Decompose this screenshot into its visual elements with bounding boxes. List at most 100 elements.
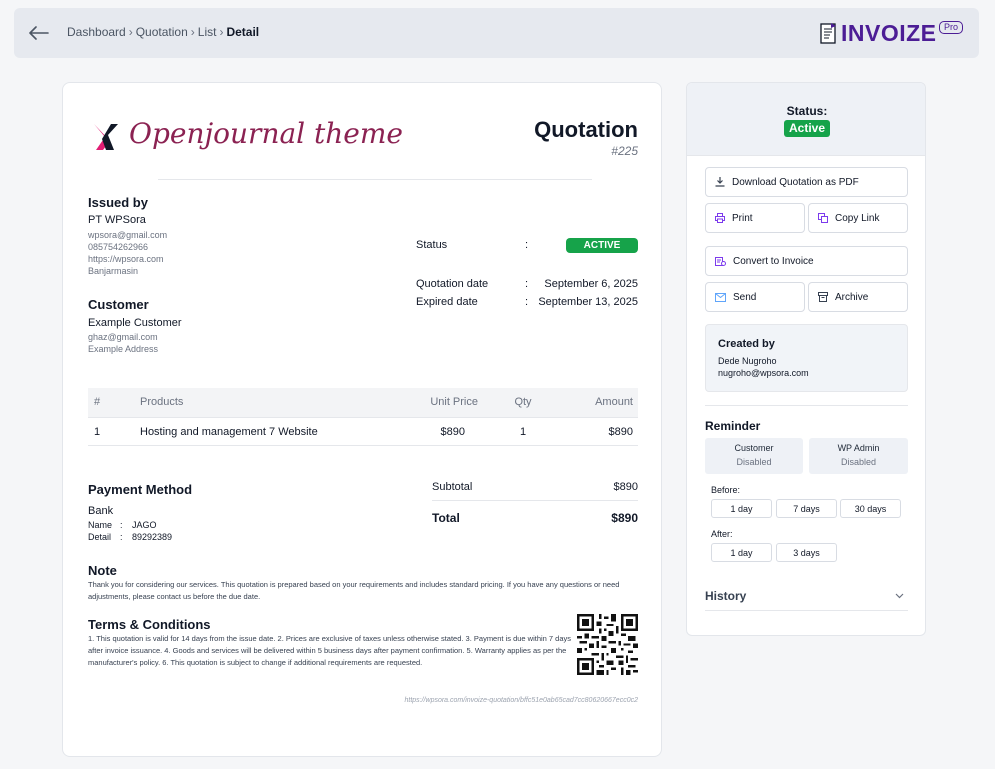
reminder-divider [705,405,908,406]
breadcrumb-dashboard[interactable]: Dashboard [67,25,126,39]
chevron-down-icon [895,593,904,599]
total-label: Total [432,511,460,525]
payment-method-value: Bank [88,505,114,517]
customer-heading: Customer [88,297,149,312]
before-30-days-button[interactable]: 30 days [840,499,901,518]
quotation-date-value: September 6, 2025 [544,278,638,290]
reminder-heading: Reminder [705,419,761,433]
payment-name-value: JAGO [132,520,157,530]
download-pdf-label: Download Quotation as PDF [732,176,859,188]
quotation-number: #225 [611,144,638,158]
total-value: $890 [611,511,638,525]
totals-divider [432,500,638,501]
reminder-customer-toggle[interactable]: Customer Disabled [705,438,803,474]
after-label: After: [711,529,733,539]
print-label: Print [732,212,753,224]
send-button[interactable]: Send [705,282,805,312]
brand-name: INVOIZE [841,19,937,46]
copy-link-button[interactable]: Copy Link [808,203,908,233]
print-button[interactable]: Print [705,203,805,233]
copy-link-label: Copy Link [835,212,880,224]
created-by-email: nugroho@wpsora.com [718,368,809,378]
col-products: Products [140,396,184,408]
subtotal-value: $890 [613,481,638,493]
company-logo-icon [94,124,118,150]
before-1-day-button[interactable]: 1 day [711,499,772,518]
created-by-panel: Created by Dede Nugroho nugroho@wpsora.c… [705,324,908,392]
after-3-days-button[interactable]: 3 days [776,543,837,562]
pro-badge: Pro [939,21,964,34]
breadcrumb-quotation[interactable]: Quotation [136,25,188,39]
row-unit-price: $890 [440,426,465,438]
company-logo-text: Openjournal theme [129,117,403,150]
top-bar: Dashboard › Quotation › List › Detail INVOIZE … [14,8,979,58]
download-icon [715,177,725,187]
brand-logo: INVOIZE Pro [820,19,964,46]
quotation-document: Openjournal theme Quotation #225 Issued … [62,82,662,757]
note-heading: Note [88,563,117,578]
convert-invoice-icon [715,257,726,266]
row-product: Hosting and management 7 Website [140,426,318,438]
breadcrumb-list[interactable]: List [198,25,217,39]
status-label: Status [416,239,448,251]
col-qty: Qty [514,396,532,408]
customer-email: ghaz@gmail.com [88,332,158,342]
issuer-website: https://wpsora.com [88,254,164,264]
copy-icon [818,213,828,223]
qr-code-icon [577,614,638,675]
row-number: 1 [94,426,101,438]
payment-method-heading: Payment Method [88,482,193,497]
sidebar-status-badge: Active [784,120,830,137]
payment-name-colon: : [120,520,123,530]
document-title: Quotation [534,117,638,142]
back-arrow-icon[interactable] [26,20,52,46]
status-badge: ACTIVE [566,238,638,253]
payment-name-label: Name [88,520,113,530]
row-qty: 1 [519,426,527,438]
quotation-date-label: Quotation date [416,278,489,290]
row-amount: $890 [608,426,633,438]
after-1-day-button[interactable]: 1 day [711,543,772,562]
reminder-customer-label: Customer [734,443,774,453]
before-7-days-button[interactable]: 7 days [776,499,837,518]
download-pdf-button[interactable]: Download Quotation as PDF [705,167,908,197]
convert-to-invoice-label: Convert to Invoice [733,255,814,267]
reminder-admin-toggle[interactable]: WP Admin Disabled [809,438,908,474]
mail-icon [715,292,726,302]
convert-to-invoice-button[interactable]: Convert to Invoice [705,246,908,276]
printer-icon [715,213,725,223]
created-by-name: Dede Nugroho [718,356,777,366]
action-sidebar: Status: Active Download Quotation as PDF… [686,82,926,636]
issued-by-heading: Issued by [88,195,148,210]
breadcrumb-current: Detail [226,25,260,39]
archive-icon [818,292,828,302]
subtotal-label: Subtotal [432,481,473,493]
created-by-heading: Created by [718,338,775,350]
send-label: Send [733,291,757,303]
quotation-url[interactable]: https://wpsora.com/invoize-quotation/bff… [238,697,639,704]
col-amount: Amount [595,396,633,408]
payment-detail-label: Detail [88,532,112,542]
reminder-customer-state: Disabled [736,457,772,467]
issuer-email: wpsora@gmail.com [88,230,168,240]
history-accordion[interactable]: History [705,583,908,611]
payment-detail-value: 89292389 [132,532,173,542]
col-number: # [94,396,101,408]
customer-name: Example Customer [88,317,182,329]
terms-text: 1. This quotation is valid for 14 days f… [88,634,572,667]
sidebar-status-label: Status: [786,104,828,118]
history-label: History [705,589,747,603]
header-divider [158,179,592,180]
note-text: Thank you for considering our services. … [88,580,620,601]
breadcrumb: Dashboard › Quotation › List › Detail [67,25,260,39]
archive-button[interactable]: Archive [808,282,908,312]
reminder-admin-label: WP Admin [837,443,880,453]
issuer-city: Banjarmasin [88,266,139,276]
invoice-doc-icon [820,23,836,44]
status-panel: Status: Active [687,83,925,156]
before-label: Before: [711,485,741,495]
col-unit-price: Unit Price [430,396,478,408]
terms-heading: Terms & Conditions [88,617,211,632]
status-colon: : [525,239,529,251]
reminder-admin-state: Disabled [840,457,877,467]
